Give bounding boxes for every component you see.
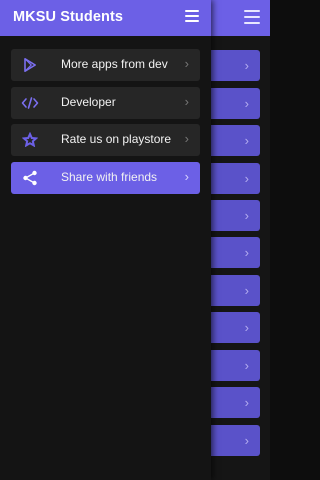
chevron-right-icon: › bbox=[244, 433, 249, 448]
chevron-right-icon: › bbox=[244, 358, 249, 373]
menu-icon[interactable] bbox=[244, 10, 260, 24]
play-store-icon bbox=[21, 56, 39, 74]
menu-icon[interactable] bbox=[185, 10, 199, 22]
chevron-right-icon: › bbox=[184, 94, 189, 109]
menu-item-share[interactable]: Share with friends › bbox=[11, 162, 200, 194]
chevron-right-icon: › bbox=[184, 169, 189, 184]
app-title: MKSU Students bbox=[13, 9, 124, 25]
menu-item-more-apps[interactable]: More apps from dev › bbox=[11, 49, 200, 81]
menu-item-developer[interactable]: Developer › bbox=[11, 87, 200, 119]
drawer-header: MKSU Students bbox=[0, 0, 211, 36]
menu-item-rate-us[interactable]: Rate us on playstore › bbox=[11, 124, 200, 156]
app-screen: › › › › › › › › › › › MKSU Students More… bbox=[0, 0, 270, 480]
menu-item-label: Share with friends bbox=[61, 170, 158, 184]
share-icon bbox=[21, 169, 39, 187]
code-icon bbox=[21, 94, 39, 112]
chevron-right-icon: › bbox=[244, 96, 249, 111]
menu-item-label: More apps from dev bbox=[61, 57, 168, 71]
chevron-right-icon: › bbox=[244, 208, 249, 223]
chevron-right-icon: › bbox=[184, 131, 189, 146]
navigation-drawer: MKSU Students More apps from dev › Devel… bbox=[0, 0, 211, 480]
chevron-right-icon: › bbox=[244, 320, 249, 335]
chevron-right-icon: › bbox=[184, 56, 189, 71]
chevron-right-icon: › bbox=[244, 245, 249, 260]
chevron-right-icon: › bbox=[244, 133, 249, 148]
menu-item-label: Rate us on playstore bbox=[61, 132, 172, 146]
menu-item-label: Developer bbox=[61, 95, 116, 109]
chevron-right-icon: › bbox=[244, 58, 249, 73]
star-icon bbox=[21, 131, 39, 149]
chevron-right-icon: › bbox=[244, 283, 249, 298]
chevron-right-icon: › bbox=[244, 395, 249, 410]
chevron-right-icon: › bbox=[244, 171, 249, 186]
